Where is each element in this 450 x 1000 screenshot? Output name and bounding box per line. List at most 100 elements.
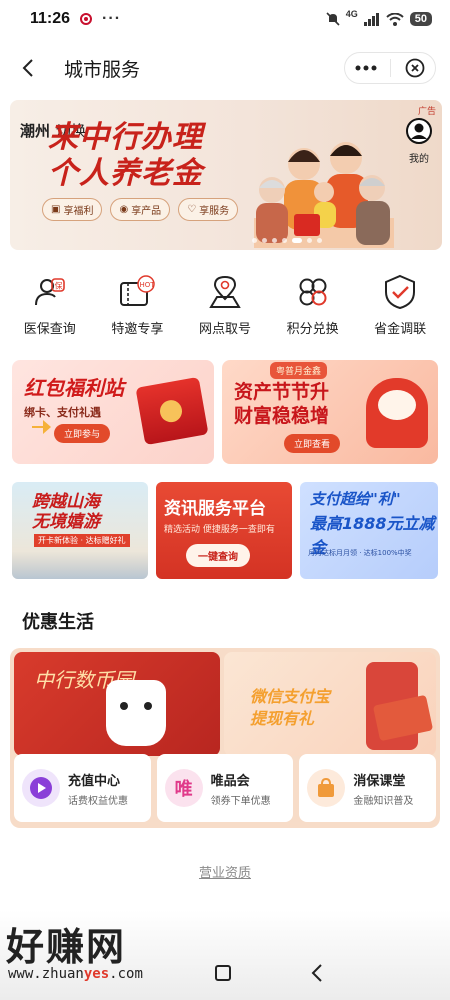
system-back-button[interactable] <box>310 962 324 984</box>
pagination-dot <box>317 238 322 243</box>
more-dots-icon <box>355 65 376 71</box>
service-subtitle: 金融知识普及 <box>353 795 414 807</box>
promo-right-title-line2: 财富稳稳增 <box>234 405 330 427</box>
watermark-brand: 好赚网 <box>6 925 127 969</box>
card-travel-title: 跨越山海 无境嬉游 <box>32 492 100 532</box>
pagination-dot <box>282 238 287 243</box>
vip-shop-icon: 唯 <box>164 769 203 807</box>
network-type: 4G <box>345 9 358 19</box>
promo-right-button[interactable]: 立即查看 <box>284 434 341 453</box>
promo-left-title: 红包福利站 <box>24 376 124 400</box>
page-title: 城市服务 <box>64 58 141 81</box>
pagination-dot-active <box>292 238 302 243</box>
card-payment[interactable]: 支付超给"利" 最高1888元立减金 月月达标月月领 · 达标100%中奖 <box>300 482 438 579</box>
quick-item-label: 特邀专享 <box>111 322 164 337</box>
wifi-icon <box>386 12 404 26</box>
promo-right-title-line1: 资产节节升 <box>234 381 330 403</box>
business-license-link[interactable]: 营业资质 <box>0 862 450 881</box>
card-travel[interactable]: 跨越山海 无境嬉游 开卡新体验 · 达标赠好礼 <box>12 482 148 579</box>
quick-item-province[interactable]: 省金调联 <box>357 272 443 344</box>
service-subtitle: 领券下单优惠 <box>210 795 271 807</box>
card-info-button[interactable]: 一键查询 <box>186 544 250 567</box>
banner-pill[interactable]: ◉ 享产品 <box>110 198 171 221</box>
quick-item-exclusive[interactable]: HOT 特邀专享 <box>94 272 180 344</box>
service-recharge[interactable]: 充值中心 话费权益优惠 <box>14 754 151 822</box>
vip-shop-glyph: 唯 <box>174 779 193 800</box>
close-button[interactable] <box>398 54 432 82</box>
banner-pill[interactable]: ▣ 享福利 <box>42 198 103 221</box>
status-more: ··· <box>102 10 122 27</box>
life-services: 充值中心 话费权益优惠 唯 唯品会 领券下单优惠 消保课堂 金融知识普及 <box>14 754 437 822</box>
promo-wealth[interactable]: 粤普月金鑫 资产节节升 财富稳稳增 立即查看 <box>222 360 438 464</box>
pagination-dot <box>307 238 312 243</box>
system-home-button[interactable] <box>215 965 231 981</box>
product-icon: ◉ <box>119 204 129 215</box>
quick-item-label: 省金调联 <box>374 322 427 337</box>
map-pin-icon <box>205 272 245 312</box>
quick-services: 保 医保查询 HOT 特邀专享 网点取号 积分兑换 省金调联 <box>0 272 450 344</box>
banner-withdraw-gift[interactable]: 微信支付宝 提现有礼 <box>224 652 436 756</box>
card-info-platform[interactable]: 资讯服务平台 精选活动 便捷服务一查即有 一键查询 <box>156 482 292 579</box>
medical-insurance-icon: 保 <box>30 272 70 312</box>
quick-item-queue[interactable]: 网点取号 <box>182 272 268 344</box>
card-payment-subtitle: 月月达标月月领 · 达标100%中奖 <box>308 549 412 557</box>
battery-level: 50 <box>409 12 432 26</box>
card-travel-subtitle: 开卡新体验 · 达标赠好礼 <box>34 534 130 547</box>
landmark-illustration <box>12 551 148 579</box>
svg-text:HOT: HOT <box>140 281 156 289</box>
promo-left-button[interactable]: 立即参与 <box>54 424 111 443</box>
nav-bar: 城市服务 <box>0 42 450 94</box>
mine-button[interactable]: 我的 <box>404 118 434 165</box>
life-panel: 中行数币园 微信支付宝 提现有礼 充值中心 话费权益优惠 唯 唯品会 领券下单优… <box>10 648 440 828</box>
card-info-title: 资讯服务平台 <box>164 499 266 519</box>
banner-pills: ▣ 享福利 ◉ 享产品 ♡ 享服务 <box>42 198 239 221</box>
banner-pagination <box>252 238 322 243</box>
card-travel-title-line1: 跨越山海 <box>32 492 100 512</box>
banner-withdraw-line2: 提现有礼 <box>250 709 315 728</box>
pill-label: 享产品 <box>131 206 162 217</box>
pagination-dot <box>272 238 277 243</box>
app-notification-icon <box>80 13 93 25</box>
ad-tag: 广告 <box>417 107 436 117</box>
watermark-url-prefix: www.zhuan <box>8 966 84 982</box>
ox-mascot-illustration <box>366 378 428 448</box>
watermark-url: www.zhuanyes.com <box>8 966 143 982</box>
hot-ticket-icon: HOT <box>117 272 157 312</box>
service-icon: ♡ <box>187 204 197 215</box>
service-class[interactable]: 消保课堂 金融知识普及 <box>299 754 437 822</box>
service-text: 消保课堂 金融知识普及 <box>353 770 413 807</box>
quick-item-label: 网点取号 <box>198 322 251 337</box>
gift-icon: ▣ <box>51 204 61 215</box>
bag-icon <box>307 769 346 807</box>
back-button[interactable] <box>14 54 42 82</box>
watermark-url-suffix: .com <box>109 966 143 982</box>
banner-digital-currency[interactable]: 中行数币园 <box>14 652 220 756</box>
banner-withdraw-line1: 微信支付宝 <box>250 687 331 706</box>
watermark-url-highlight: yes <box>83 966 110 982</box>
card-payment-title: 支付超给"利" <box>310 490 401 508</box>
promo-red-envelope[interactable]: 红包福利站 绑卡、支付礼遇 立即参与 <box>12 360 214 464</box>
quick-item-label: 积分兑换 <box>286 322 339 337</box>
top-banner[interactable]: 潮州 切换 广告 我的 来中行办理 个人养老金 ▣ 享福利 ◉ 享产品 ♡ 享服务 <box>10 100 442 250</box>
shield-check-icon <box>380 272 420 312</box>
red-envelope-illustration <box>135 376 209 446</box>
quick-item-medical[interactable]: 保 医保查询 <box>7 272 93 344</box>
status-icons: 4G 50 <box>326 9 432 26</box>
status-time: 11:26 <box>30 10 71 27</box>
user-avatar-icon <box>406 118 432 144</box>
service-title: 消保课堂 <box>353 773 406 789</box>
card-travel-title-line2: 无境嬉游 <box>32 512 100 532</box>
banner-headline: 来中行办理 个人养老金 <box>48 120 203 192</box>
capsule-divider <box>389 59 391 77</box>
service-vip[interactable]: 唯 唯品会 领券下单优惠 <box>156 754 294 822</box>
quick-item-points[interactable]: 积分兑换 <box>270 272 356 344</box>
status-bar: 11:26 ··· 4G 50 <box>0 0 450 38</box>
service-title: 唯品会 <box>210 773 250 789</box>
more-button[interactable] <box>349 54 383 82</box>
card-info-subtitle: 精选活动 便捷服务一查即有 <box>164 525 275 535</box>
play-circle-icon <box>22 769 60 807</box>
banner-pill[interactable]: ♡ 享服务 <box>178 198 239 221</box>
mini-program-capsule <box>344 52 436 84</box>
section-title: 优惠生活 <box>22 612 94 633</box>
pagination-dot <box>262 238 267 243</box>
